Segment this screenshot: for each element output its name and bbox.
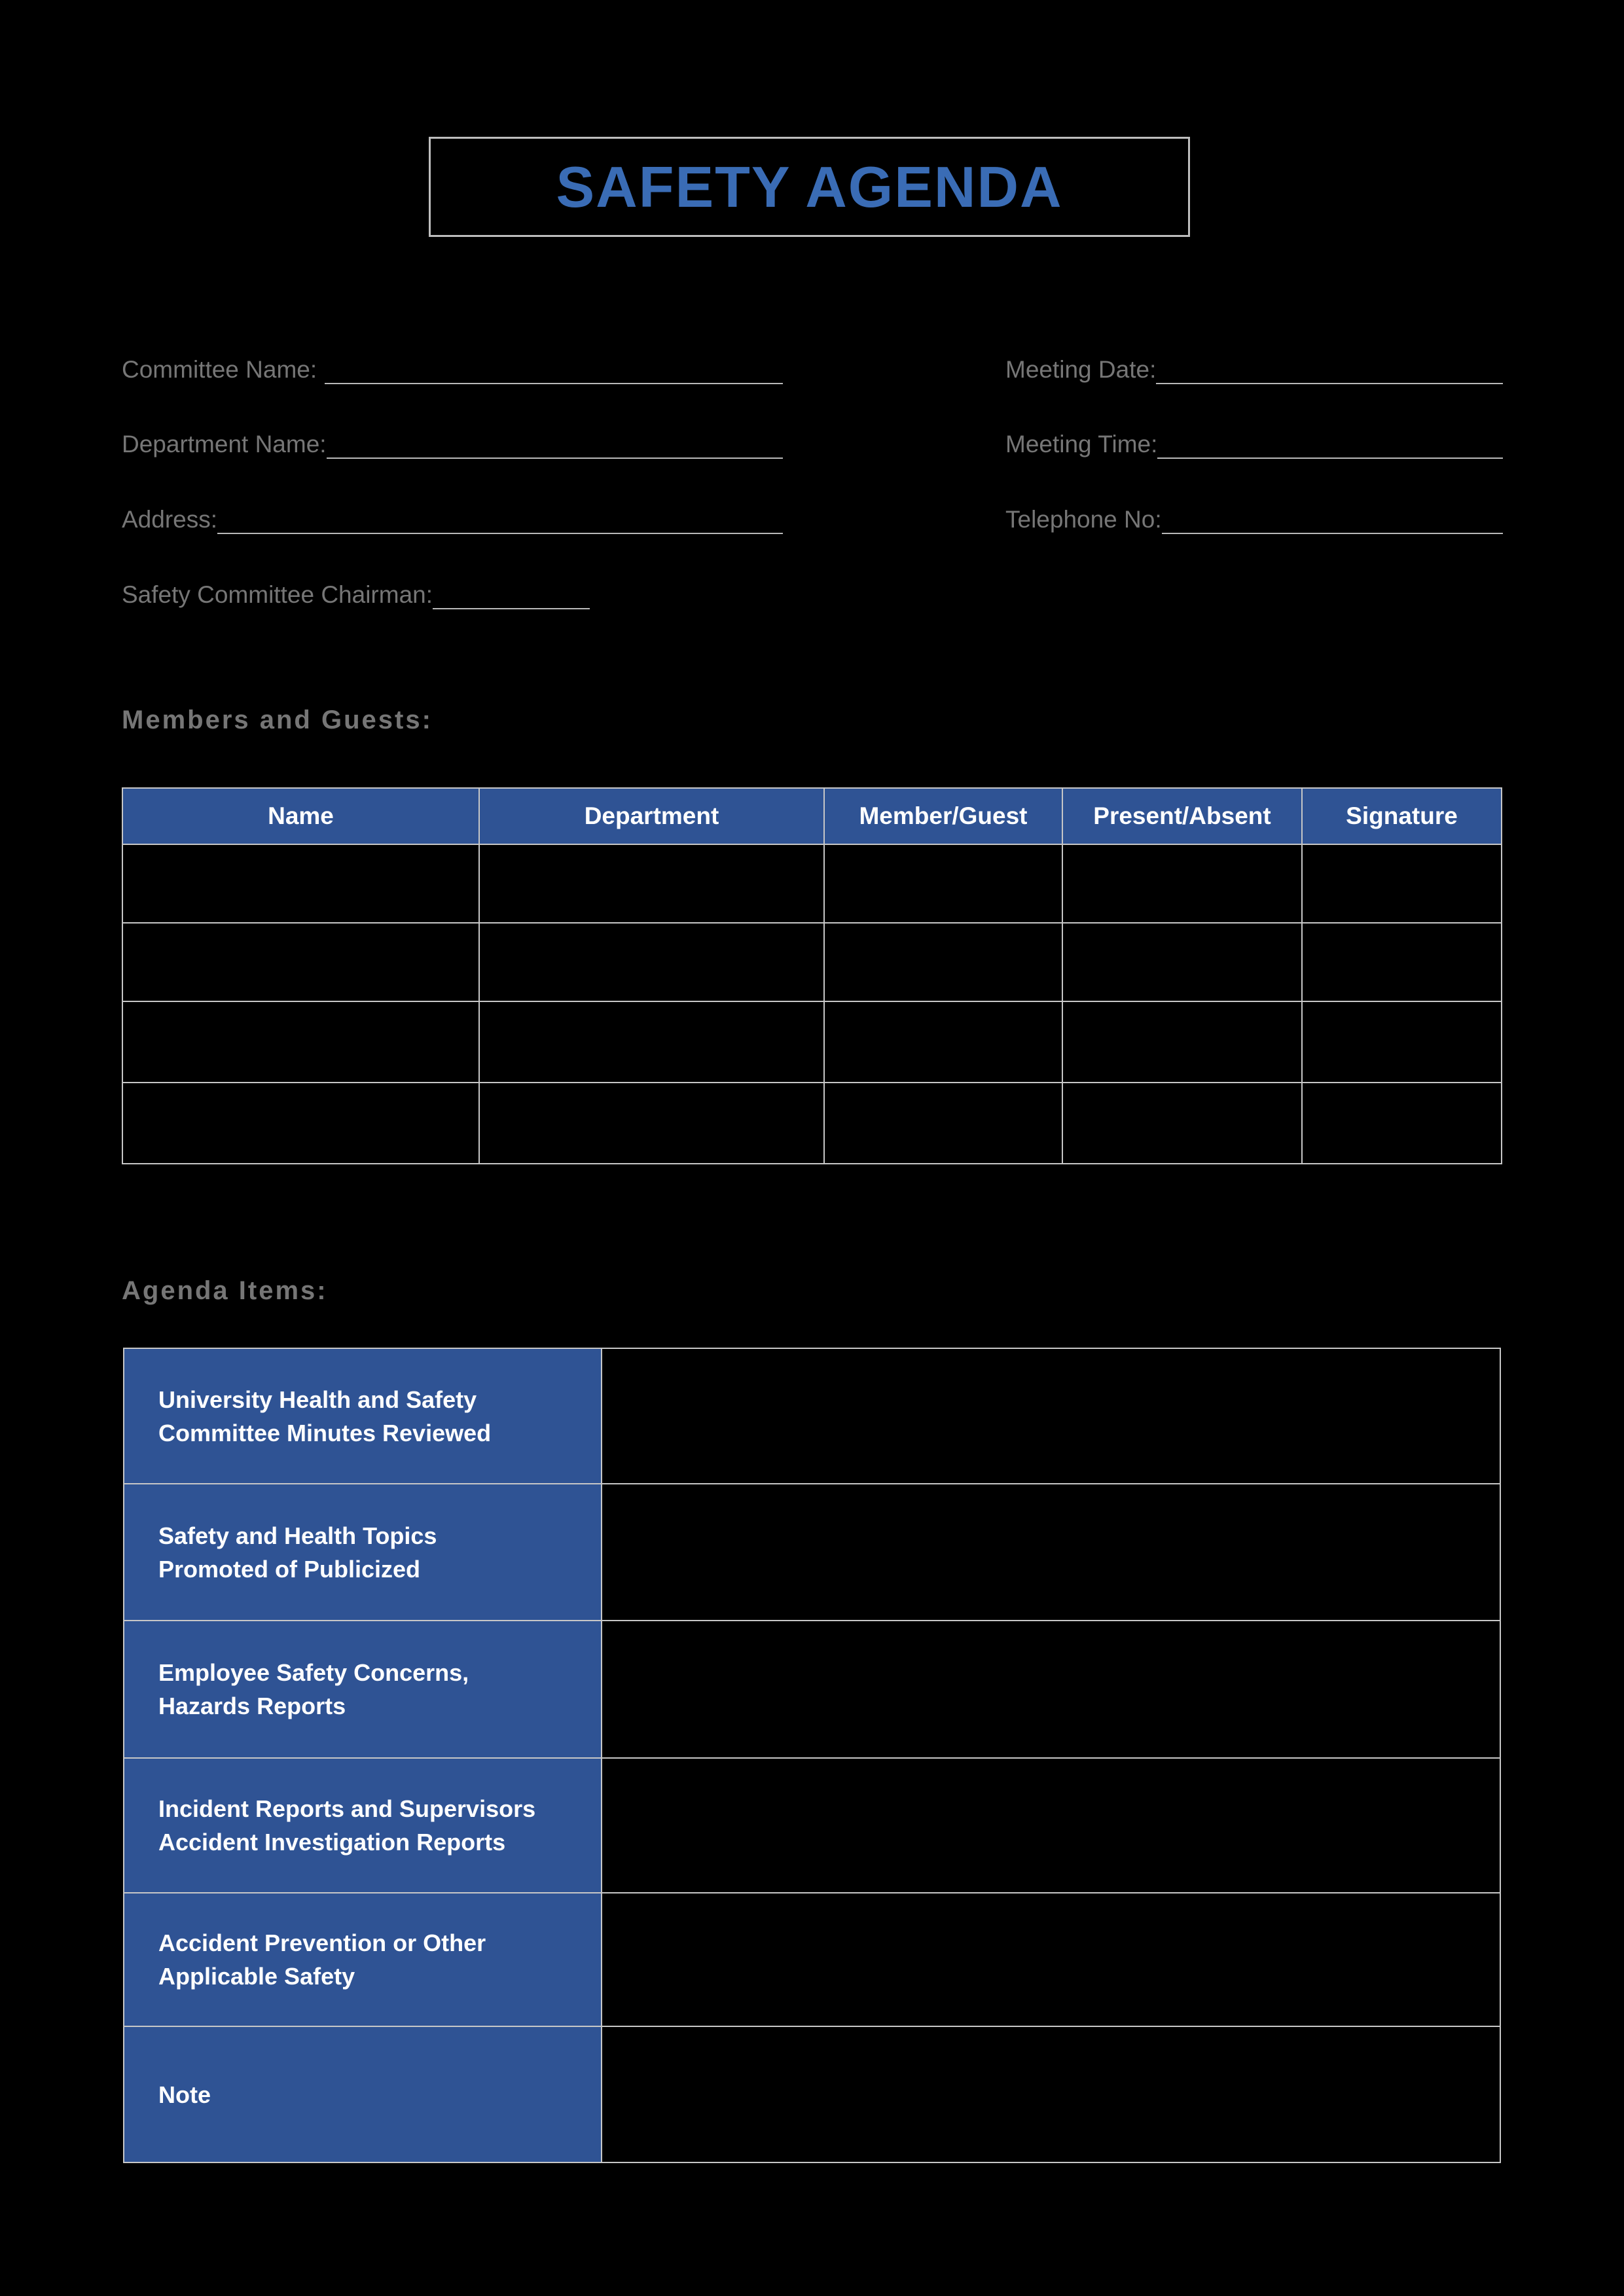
cell-department[interactable] xyxy=(478,1001,825,1083)
field-label-address: Address: xyxy=(122,506,218,533)
field-safety-committee-chairman: Safety Committee Chairman: xyxy=(122,582,590,609)
telephone-no-input[interactable] xyxy=(1161,508,1503,534)
table-row xyxy=(122,1082,1502,1164)
field-meeting-date: Meeting Date: xyxy=(1005,357,1503,384)
page-title: SAFETY AGENDA xyxy=(556,154,1063,219)
field-meeting-time: Meeting Time: xyxy=(1005,431,1503,459)
cell-present-absent[interactable] xyxy=(1062,1082,1303,1164)
column-header-present-absent: Present/Absent xyxy=(1062,787,1303,845)
cell-member-guest[interactable] xyxy=(823,1001,1063,1083)
cell-name[interactable] xyxy=(122,922,480,1002)
table-row xyxy=(122,922,1502,1002)
agenda-item-value-note[interactable] xyxy=(601,2026,1501,2163)
agenda-item-label-text: Accident Prevention or Other Applicable … xyxy=(158,1929,486,1990)
column-header-name: Name xyxy=(122,787,480,845)
agenda-item-label-university-health-and-safety-committee-minutes-reviewed: University Health and Safety Committee M… xyxy=(123,1348,602,1484)
agenda-item-label-safety-and-health-topics-promoted-of-publicized: Safety and Health Topics Promoted of Pub… xyxy=(123,1483,602,1621)
agenda-item-label-text: University Health and Safety Committee M… xyxy=(158,1386,492,1446)
address-input[interactable] xyxy=(217,508,783,534)
agenda-item-label-incident-reports-and-supervisors-accident-investigation-reports: Incident Reports and Supervisors Acciden… xyxy=(123,1757,602,1893)
cell-present-absent[interactable] xyxy=(1062,844,1303,924)
cell-signature[interactable] xyxy=(1301,844,1502,924)
cell-name[interactable] xyxy=(122,1001,480,1083)
agenda-item-label-note: Note xyxy=(123,2026,602,2163)
cell-member-guest[interactable] xyxy=(823,1082,1063,1164)
agenda-row: University Health and Safety Committee M… xyxy=(123,1348,1501,1484)
field-telephone-no: Telephone No: xyxy=(1005,507,1503,534)
cell-department[interactable] xyxy=(478,844,825,924)
agenda-item-label-text: Safety and Health Topics Promoted of Pub… xyxy=(158,1522,437,1583)
page-title-box: SAFETY AGENDA xyxy=(429,137,1190,237)
department-name-input[interactable] xyxy=(326,433,783,459)
field-label-committee-name: Committee Name: xyxy=(122,356,317,383)
table-row xyxy=(122,844,1502,924)
meeting-time-input[interactable] xyxy=(1157,433,1503,459)
agenda-item-label-text: Employee Safety Concerns, Hazards Report… xyxy=(158,1659,469,1719)
agenda-item-label-text: Note xyxy=(158,2081,211,2108)
field-committee-name: Committee Name: xyxy=(122,357,783,384)
members-and-guests-table: Name Department Member/Guest Present/Abs… xyxy=(122,787,1502,1164)
table-row xyxy=(122,1001,1502,1083)
agenda-row: Employee Safety Concerns, Hazards Report… xyxy=(123,1620,1501,1759)
cell-signature[interactable] xyxy=(1301,1082,1502,1164)
agenda-items-table: University Health and Safety Committee M… xyxy=(123,1348,1501,2163)
field-address: Address: xyxy=(122,507,783,534)
cell-signature[interactable] xyxy=(1301,922,1502,1002)
field-label-meeting-time: Meeting Time: xyxy=(1005,431,1158,457)
agenda-row: Safety and Health Topics Promoted of Pub… xyxy=(123,1483,1501,1621)
field-department-name: Department Name: xyxy=(122,431,783,459)
cell-present-absent[interactable] xyxy=(1062,1001,1303,1083)
members-section-heading: Members and Guests: xyxy=(122,706,433,734)
safety-committee-chairman-input[interactable] xyxy=(433,583,590,609)
agenda-item-value-accident-prevention-or-other-applicable-safety[interactable] xyxy=(601,1892,1501,2027)
column-header-department: Department xyxy=(478,787,825,845)
meeting-date-input[interactable] xyxy=(1156,358,1503,384)
cell-department[interactable] xyxy=(478,922,825,1002)
meeting-info-form: Committee Name: Department Name: Address… xyxy=(122,357,1503,632)
cell-name[interactable] xyxy=(122,1082,480,1164)
document-page: SAFETY AGENDA Committee Name: Department… xyxy=(0,0,1624,2296)
agenda-item-label-accident-prevention-or-other-applicable-safety: Accident Prevention or Other Applicable … xyxy=(123,1892,602,2027)
agenda-item-value-incident-reports-and-supervisors-accident-investigation-reports[interactable] xyxy=(601,1757,1501,1893)
cell-signature[interactable] xyxy=(1301,1001,1502,1083)
field-label-department-name: Department Name: xyxy=(122,431,327,457)
column-header-signature: Signature xyxy=(1301,787,1502,845)
agenda-section-heading: Agenda Items: xyxy=(122,1276,328,1305)
agenda-item-label-employee-safety-concerns-hazards-reports: Employee Safety Concerns, Hazards Report… xyxy=(123,1620,602,1759)
agenda-row: Accident Prevention or Other Applicable … xyxy=(123,1892,1501,2027)
cell-name[interactable] xyxy=(122,844,480,924)
cell-member-guest[interactable] xyxy=(823,844,1063,924)
cell-department[interactable] xyxy=(478,1082,825,1164)
cell-present-absent[interactable] xyxy=(1062,922,1303,1002)
column-header-member-guest: Member/Guest xyxy=(823,787,1063,845)
agenda-item-value-safety-and-health-topics-promoted-of-publicized[interactable] xyxy=(601,1483,1501,1621)
field-label-meeting-date: Meeting Date: xyxy=(1005,356,1157,383)
table-header-row: Name Department Member/Guest Present/Abs… xyxy=(122,787,1502,845)
agenda-item-label-text: Incident Reports and Supervisors Acciden… xyxy=(158,1795,536,1856)
agenda-row: Incident Reports and Supervisors Acciden… xyxy=(123,1757,1501,1893)
agenda-item-value-university-health-and-safety-committee-minutes-reviewed[interactable] xyxy=(601,1348,1501,1484)
agenda-item-value-employee-safety-concerns-hazards-reports[interactable] xyxy=(601,1620,1501,1759)
field-label-safety-committee-chairman: Safety Committee Chairman: xyxy=(122,581,433,608)
committee-name-input[interactable] xyxy=(325,358,783,384)
cell-member-guest[interactable] xyxy=(823,922,1063,1002)
field-label-telephone-no: Telephone No: xyxy=(1005,506,1162,533)
agenda-row: Note xyxy=(123,2026,1501,2163)
